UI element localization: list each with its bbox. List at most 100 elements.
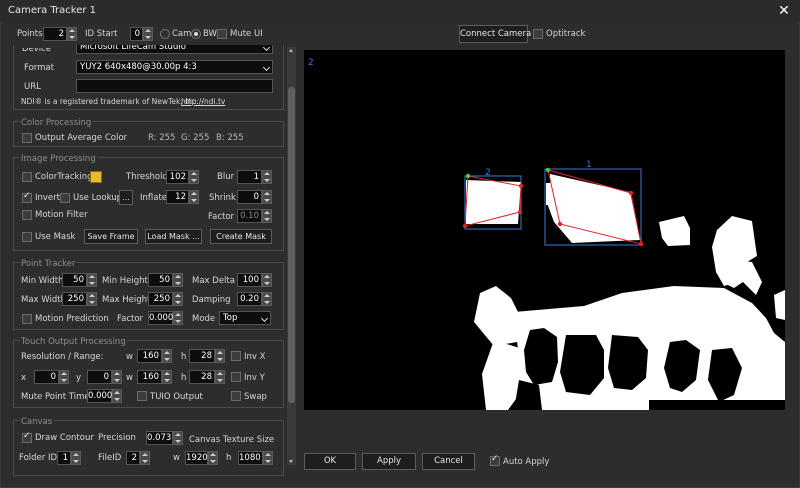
max-height-value[interactable]: 250 [148,292,173,306]
prediction-factor-stepper[interactable] [173,311,183,325]
color-tracking-checkbox[interactable] [22,172,32,182]
inflate-stepper[interactable] [189,190,199,204]
res-h-value[interactable]: 28 [189,349,215,363]
max-width-stepper[interactable] [87,292,97,306]
file-id-spinbox[interactable]: 2 [126,451,150,465]
ok-button[interactable]: OK [304,453,356,470]
use-mask-checkbox[interactable] [22,232,32,242]
precision-value[interactable]: 0.073 [146,431,173,445]
min-height-spinbox[interactable]: 50 [148,273,183,287]
motion-filter-checkbox[interactable] [22,210,32,220]
points-spinbox[interactable]: 2 [43,27,77,41]
range-x-value[interactable]: 0 [34,370,59,384]
folder-id-spinbox[interactable]: 1 [57,451,81,465]
cam-radio[interactable] [160,29,170,39]
res-w-stepper[interactable] [162,349,172,363]
res-w-value[interactable]: 160 [137,349,162,363]
mute-point-time-spinbox[interactable]: 0.000 [87,389,122,403]
create-mask-button[interactable]: Create Mask [210,229,272,244]
motion-factor-spinbox[interactable]: 0.10 [237,209,272,223]
blur-spinbox[interactable]: 1 [237,170,272,184]
max-delta-value[interactable]: 100 [237,273,262,287]
range-y-spinbox[interactable]: 0 [87,370,122,384]
inflate-spinbox[interactable]: 12 [166,190,199,204]
threshold-value[interactable]: 102 [166,170,189,184]
swap-checkbox[interactable] [231,391,241,401]
mode-combo[interactable]: Top [219,311,271,325]
apply-button[interactable]: Apply [362,453,416,470]
canvas-w-spinbox[interactable]: 1920 [185,451,218,465]
id-start-value[interactable]: 0 [130,27,143,41]
ndi-link[interactable]: http://ndi.tv [181,97,225,106]
camera-preview[interactable]: 2 1 2 [304,50,785,410]
bw-radio[interactable] [191,29,201,39]
scrollbar-thumb[interactable] [288,87,295,403]
damping-spinbox[interactable]: 0.20 [237,292,272,306]
max-width-value[interactable]: 250 [62,292,87,306]
threshold-stepper[interactable] [189,170,199,184]
shrink-stepper[interactable] [262,190,272,204]
mute-ui-checkbox[interactable] [217,29,227,39]
range-y-value[interactable]: 0 [87,370,112,384]
range-w-stepper[interactable] [162,370,172,384]
range-h-spinbox[interactable]: 28 [189,370,225,384]
max-delta-stepper[interactable] [262,273,272,287]
canvas-h-spinbox[interactable]: 1080 [238,451,273,465]
points-stepper[interactable] [67,27,77,41]
scroll-down-icon[interactable] [289,460,293,463]
mute-point-time-stepper[interactable] [112,389,122,403]
damping-value[interactable]: 0.20 [237,292,262,306]
range-y-stepper[interactable] [112,370,122,384]
prediction-factor-spinbox[interactable]: 0.000 [148,311,183,325]
range-h-value[interactable]: 28 [189,370,215,384]
min-height-stepper[interactable] [173,273,183,287]
range-x-stepper[interactable] [59,370,69,384]
canvas-w-stepper[interactable] [208,451,218,465]
min-width-stepper[interactable] [87,273,97,287]
mute-point-time-value[interactable]: 0.000 [87,389,112,403]
folder-id-stepper[interactable] [71,451,81,465]
shrink-spinbox[interactable]: 0 [237,190,272,204]
connect-camera-button[interactable]: Connect Camera [459,25,531,43]
file-id-value[interactable]: 2 [126,451,140,465]
use-lookup-checkbox[interactable] [60,193,70,203]
draw-contour-checkbox[interactable] [22,431,32,443]
points-value[interactable]: 2 [43,27,67,41]
range-w-value[interactable]: 160 [137,370,162,384]
blur-stepper[interactable] [262,170,272,184]
min-height-value[interactable]: 50 [148,273,173,287]
precision-stepper[interactable] [173,431,183,445]
id-start-spinbox[interactable]: 0 [130,27,153,41]
folder-id-value[interactable]: 1 [57,451,71,465]
res-h-stepper[interactable] [215,349,225,363]
max-delta-spinbox[interactable]: 100 [237,273,272,287]
format-combo[interactable]: YUY2 640x480@30.00p 4:3 [76,60,273,74]
threshold-spinbox[interactable]: 102 [166,170,199,184]
canvas-h-stepper[interactable] [263,451,273,465]
range-w-spinbox[interactable]: 160 [137,370,172,384]
color-swatch[interactable] [90,171,102,183]
max-height-spinbox[interactable]: 250 [148,292,183,306]
settings-scrollbar[interactable] [287,47,296,465]
invert-checkbox[interactable] [22,191,32,203]
id-start-stepper[interactable] [143,27,153,41]
max-height-stepper[interactable] [173,292,183,306]
canvas-h-value[interactable]: 1080 [238,451,263,465]
damping-stepper[interactable] [262,292,272,306]
tuio-output-checkbox[interactable] [137,391,147,401]
scroll-up-icon[interactable] [289,49,293,52]
close-icon[interactable]: ✕ [776,4,792,19]
res-w-spinbox[interactable]: 160 [137,349,172,363]
prediction-factor-value[interactable]: 0.000 [148,311,173,325]
auto-apply-checkbox[interactable] [490,454,500,466]
url-field[interactable] [76,79,273,93]
lookup-browse-button[interactable]: ... [119,190,133,205]
inflate-value[interactable]: 12 [166,190,189,204]
file-id-stepper[interactable] [140,451,150,465]
output-average-color-checkbox[interactable] [22,133,32,143]
motion-prediction-checkbox[interactable] [22,314,32,324]
motion-factor-value[interactable]: 0.10 [237,209,262,223]
optitrack-checkbox[interactable] [533,29,543,39]
range-h-stepper[interactable] [215,370,225,384]
max-width-spinbox[interactable]: 250 [62,292,97,306]
